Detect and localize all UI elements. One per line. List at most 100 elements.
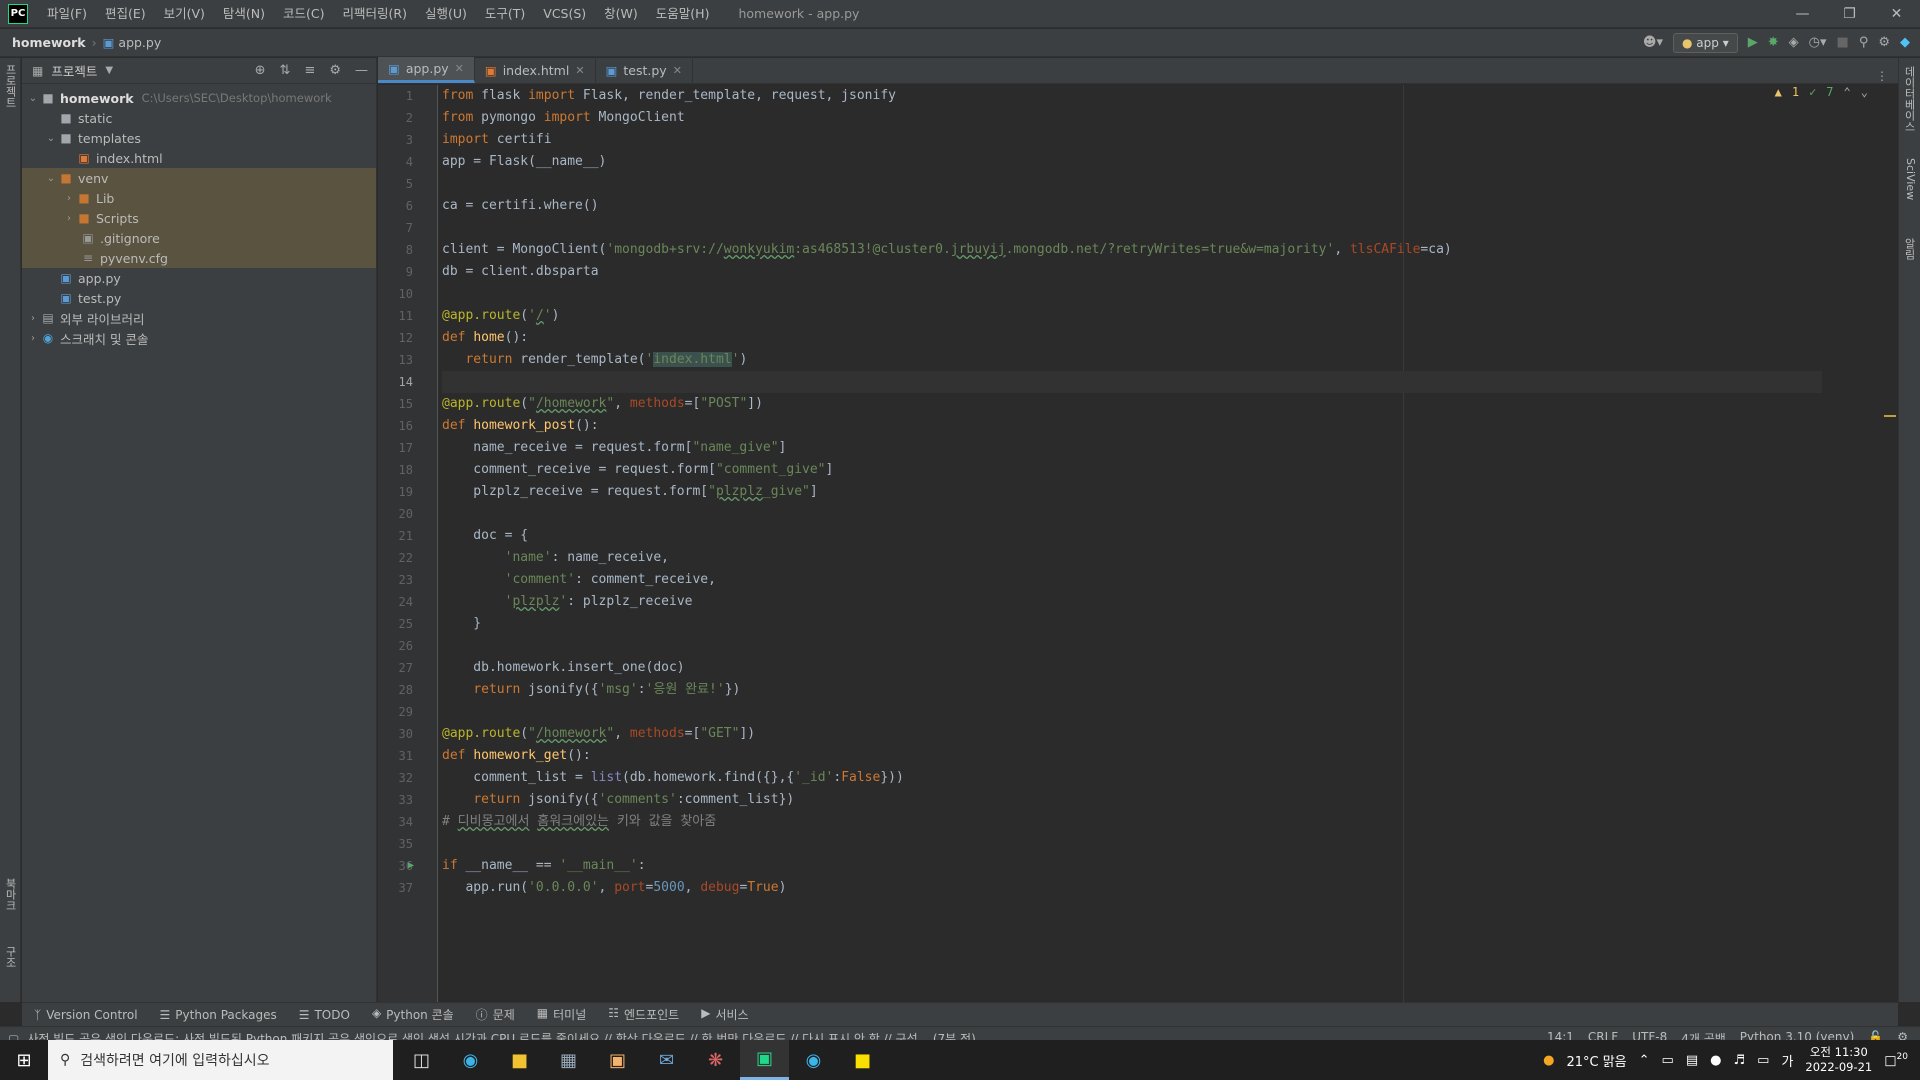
tab-app-py[interactable]: ▣ app.py ✕ xyxy=(378,57,475,83)
taskbar-search-box[interactable]: ⚲ 검색하려면 여기에 입력하십시오 xyxy=(48,1040,393,1080)
line-number[interactable]: 6 xyxy=(378,195,437,217)
close-tab-icon[interactable]: ✕ xyxy=(455,62,464,75)
edge-browser-icon[interactable]: ◉ xyxy=(789,1040,838,1080)
line-number[interactable]: 29 xyxy=(378,701,437,723)
tree-item-pyvenv-cfg[interactable]: ≡ pyvenv.cfg xyxy=(22,248,376,268)
user-icon[interactable]: ☻▾ xyxy=(1643,35,1663,50)
line-number[interactable]: 28 xyxy=(378,679,437,701)
close-tab-icon[interactable]: ✕ xyxy=(575,64,584,77)
close-tab-icon[interactable]: ✕ xyxy=(673,64,682,77)
tree-item-gitignore[interactable]: ▣ .gitignore xyxy=(22,228,376,248)
run-config-select[interactable]: ● app ▾ xyxy=(1672,32,1738,53)
pycharm-taskbar-icon[interactable]: ▣ xyxy=(740,1040,789,1080)
line-number[interactable]: 15 xyxy=(378,393,437,415)
menu-view[interactable]: 보기(V) xyxy=(155,0,214,28)
menu-edit[interactable]: 편집(E) xyxy=(96,0,155,28)
coverage-icon[interactable]: ◈ xyxy=(1789,35,1799,50)
edge-browser-icon[interactable]: ◉ xyxy=(446,1040,495,1080)
menu-window[interactable]: 창(W) xyxy=(595,0,647,28)
microphone-icon[interactable]: ● xyxy=(1710,1053,1721,1068)
line-number[interactable]: 30 xyxy=(378,723,437,745)
line-number[interactable]: 37 xyxy=(378,877,437,899)
line-number[interactable]: 11 xyxy=(378,305,437,327)
profile-icon[interactable]: ◷▾ xyxy=(1809,35,1827,50)
project-tool-button[interactable]: 프로젝트 xyxy=(2,64,18,108)
tree-item-scratches[interactable]: › ◉ 스크래치 및 콘솔 xyxy=(22,328,376,348)
breadcrumb-file[interactable]: app.py xyxy=(118,35,161,50)
menu-vcs[interactable]: VCS(S) xyxy=(534,0,595,28)
weather-text[interactable]: 21°C 맑음 xyxy=(1566,1051,1626,1070)
tree-item-app-py[interactable]: ▣ app.py xyxy=(22,268,376,288)
tree-item-static[interactable]: ■ static xyxy=(22,108,376,128)
tool-problems[interactable]: ⓘ 문제 xyxy=(476,1006,515,1023)
line-number[interactable]: 16 xyxy=(378,415,437,437)
tree-item-index-html[interactable]: ▣ index.html xyxy=(22,148,376,168)
stop-icon[interactable]: ■ xyxy=(1837,35,1849,50)
search-icon[interactable]: ⚲ xyxy=(1859,35,1869,50)
run-gutter-icon[interactable]: ▶ xyxy=(408,855,414,877)
line-number[interactable]: 10 xyxy=(378,283,437,305)
line-number[interactable]: 18 xyxy=(378,459,437,481)
settings-icon[interactable]: ⚙ xyxy=(1878,35,1890,50)
chevron-down-icon[interactable]: ▼ xyxy=(105,65,113,76)
gear-icon[interactable]: ⚙ xyxy=(329,63,341,78)
debug-icon[interactable]: ✸ xyxy=(1768,35,1779,50)
chevron-down-icon[interactable]: ⌄ xyxy=(26,93,40,104)
notification-center-icon[interactable]: □20 xyxy=(1884,1052,1908,1068)
line-number[interactable]: 20 xyxy=(378,503,437,525)
tree-item-venv[interactable]: ⌄ ■ venv xyxy=(22,168,376,188)
tree-item-test-py[interactable]: ▣ test.py xyxy=(22,288,376,308)
tool-version-control[interactable]: ᛉ Version Control xyxy=(34,1008,138,1022)
line-number[interactable]: 17 xyxy=(378,437,437,459)
clock[interactable]: 오전 11:30 2022-09-21 xyxy=(1805,1045,1872,1075)
line-number[interactable]: 34 xyxy=(378,811,437,833)
chevron-down-icon[interactable]: ⌄ xyxy=(1861,85,1868,99)
jetbrains-toolbox-icon[interactable]: ◆ xyxy=(1900,35,1910,50)
windows-start-icon[interactable]: ⊞ xyxy=(0,1050,48,1071)
line-number[interactable]: 3 xyxy=(378,129,437,151)
kakaotalk-icon[interactable]: ■ xyxy=(838,1040,887,1080)
chevron-up-icon[interactable]: ⌃ xyxy=(1844,85,1851,99)
line-number[interactable]: 4 xyxy=(378,151,437,173)
line-number[interactable]: 27 xyxy=(378,657,437,679)
locate-icon[interactable]: ⊕ xyxy=(255,63,266,78)
database-tool-button[interactable]: 데이터베이스 xyxy=(1901,66,1917,132)
tool-terminal[interactable]: ▦ 터미널 xyxy=(537,1006,586,1023)
project-panel-title[interactable]: 프로젝트 xyxy=(51,61,97,80)
line-number[interactable]: 7 xyxy=(378,217,437,239)
sciview-tool-button[interactable]: SciView xyxy=(1904,158,1917,200)
line-number[interactable]: 32 xyxy=(378,767,437,789)
menu-help[interactable]: 도움말(H) xyxy=(647,0,719,28)
menu-navigate[interactable]: 탐색(N) xyxy=(214,0,274,28)
menu-code[interactable]: 코드(C) xyxy=(274,0,333,28)
notifications-tool-button[interactable]: 알림 xyxy=(1901,238,1917,260)
line-number[interactable]: 1 xyxy=(378,85,437,107)
line-number[interactable]: 2 xyxy=(378,107,437,129)
tree-item-templates[interactable]: ⌄ ■ templates xyxy=(22,128,376,148)
line-number[interactable]: 25 xyxy=(378,613,437,635)
task-view-icon[interactable]: ◫ xyxy=(397,1040,446,1080)
tree-item-scripts[interactable]: › ■ Scripts xyxy=(22,208,376,228)
minimize-icon[interactable]: — xyxy=(1779,6,1826,22)
tab-test-py[interactable]: ▣ test.py ✕ xyxy=(596,57,693,83)
expand-all-icon[interactable]: ⇅ xyxy=(280,63,291,78)
chevron-right-icon[interactable]: › xyxy=(62,193,76,204)
tool-endpoints[interactable]: ☷ 엔드포인트 xyxy=(608,1006,679,1023)
structure-tool-button[interactable]: 구조 xyxy=(2,946,18,968)
network-icon[interactable]: ▤ xyxy=(1686,1053,1698,1068)
chevron-right-icon[interactable]: › xyxy=(26,333,40,344)
tree-item-external-libraries[interactable]: › ▤ 외부 라이브러리 xyxy=(22,308,376,328)
battery-icon[interactable]: ▭ xyxy=(1662,1053,1674,1068)
inspection-widget[interactable]: ▲ 1 ✓ 7 ⌃ ⌄ xyxy=(1775,85,1868,99)
chevron-down-icon[interactable]: ⌄ xyxy=(44,173,58,184)
line-number[interactable]: 36 ▶ xyxy=(378,855,437,877)
line-number[interactable]: 33 xyxy=(378,789,437,811)
hide-icon[interactable]: — xyxy=(355,63,368,78)
line-number[interactable]: 12 xyxy=(378,327,437,349)
collapse-all-icon[interactable]: ≡ xyxy=(304,63,315,78)
line-number[interactable]: 23 xyxy=(378,569,437,591)
ime-indicator[interactable]: 가 xyxy=(1781,1051,1793,1070)
line-number[interactable]: 5 xyxy=(378,173,437,195)
restore-icon[interactable]: ❐ xyxy=(1826,6,1873,22)
mail-icon[interactable]: ✉ xyxy=(642,1040,691,1080)
